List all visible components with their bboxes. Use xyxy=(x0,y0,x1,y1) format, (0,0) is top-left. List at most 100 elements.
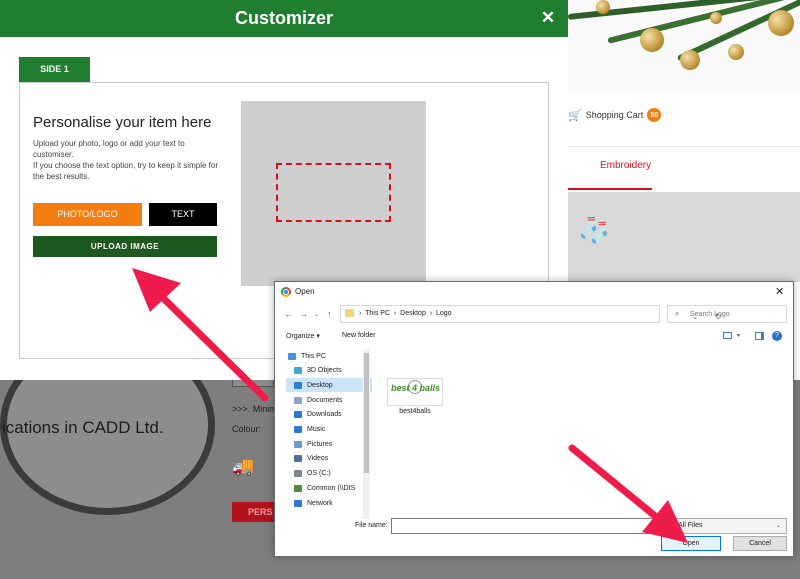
nav-item-embroidery[interactable]: Embroidery xyxy=(600,160,651,171)
tree-item-label: This PC xyxy=(301,352,326,360)
tree-item-label: Videos xyxy=(307,455,329,463)
back-icon[interactable]: ← xyxy=(284,309,293,319)
text-button[interactable]: TEXT xyxy=(149,203,217,226)
stocking-icon: 🧦 xyxy=(578,214,611,244)
bauble xyxy=(640,28,664,52)
cart-label: Shopping Cart xyxy=(585,110,644,120)
nav-active-underline xyxy=(568,188,652,190)
folder-icon xyxy=(294,396,302,404)
chevron-down-icon[interactable]: ⌄ xyxy=(314,311,319,318)
tree-item[interactable]: Desktop xyxy=(286,378,372,393)
item-preview xyxy=(241,101,426,286)
tree-item-label: Common (\\DIS xyxy=(307,484,356,492)
christmas-banner xyxy=(568,0,800,92)
customizer-title: Customizer xyxy=(234,8,333,28)
tree-item-label: Network xyxy=(307,499,333,507)
dialog-toolbar: Organize ▾ New folder ▾ ? xyxy=(275,327,793,345)
breadcrumb-item[interactable]: This PC xyxy=(365,310,390,317)
bauble xyxy=(728,44,744,60)
file-type-select[interactable]: All Files ⌄ xyxy=(671,518,787,534)
tree-item[interactable]: 3D Objects xyxy=(286,364,372,378)
shopping-cart[interactable]: 🛒 Shopping Cart 50 xyxy=(568,108,662,122)
folder-icon xyxy=(294,367,302,375)
navigation-tree: This PC 3D Objects Desktop Documents Downloa… xyxy=(286,349,372,519)
folder-icon xyxy=(294,499,302,507)
description-line: Upload your photo, logo or add your text… xyxy=(33,139,185,159)
chevron-down-icon: ⌄ xyxy=(775,523,781,529)
bauble xyxy=(710,12,722,24)
close-icon[interactable]: ✕ xyxy=(775,285,784,298)
file-name-input[interactable] xyxy=(391,518,668,534)
tree-item[interactable]: This PC xyxy=(286,349,372,363)
tree-item[interactable]: Music xyxy=(286,423,372,437)
chevron-down-icon[interactable]: ▾ xyxy=(737,332,740,339)
view-icon[interactable] xyxy=(723,332,732,339)
tree-item[interactable]: Documents xyxy=(286,393,372,407)
folder-icon xyxy=(294,381,302,389)
folder-icon xyxy=(294,484,302,492)
breadcrumb-item[interactable]: Logo xyxy=(436,310,452,317)
folder-icon xyxy=(294,426,302,433)
folder-icon xyxy=(294,470,302,478)
customizer-header: Customizer ✕ xyxy=(0,0,568,37)
tree-item[interactable]: Downloads xyxy=(286,408,372,422)
minimum-text: >>>. Minim xyxy=(232,404,277,414)
upload-image-button[interactable]: UPLOAD IMAGE xyxy=(33,236,217,257)
search-box[interactable]: ⌕ xyxy=(667,305,787,323)
tree-item[interactable]: OS (C:) xyxy=(286,467,372,481)
file-thumbnail: best 4 balls xyxy=(387,378,443,406)
tree-item[interactable]: Network xyxy=(286,496,372,510)
organize-button[interactable]: Organize ▾ xyxy=(286,332,320,340)
close-icon[interactable]: ✕ xyxy=(539,9,557,27)
breadcrumb-separator: › xyxy=(427,310,435,317)
product-image-text: ications in CADD Ltd. xyxy=(2,418,164,437)
folder-icon xyxy=(345,309,354,317)
folder-icon xyxy=(288,352,296,360)
colour-label: Colour: xyxy=(232,424,262,434)
address-bar[interactable]: › This PC › Desktop › Logo ⌄ ↻ xyxy=(340,305,722,323)
tree-item-label: 3D Objects xyxy=(307,367,342,375)
tree-item[interactable]: Common (\\DIS xyxy=(286,481,372,495)
dialog-title: Open xyxy=(295,287,315,296)
new-folder-button[interactable]: New folder xyxy=(342,332,375,339)
search-icon: ⌕ xyxy=(675,309,680,318)
customizer-description: Upload your photo, logo or add your text… xyxy=(33,138,223,182)
photo-logo-button[interactable]: PHOTO/LOGO xyxy=(33,203,142,226)
forward-icon[interactable]: → xyxy=(299,309,308,319)
chrome-icon xyxy=(281,287,291,297)
preview-pane-icon[interactable] xyxy=(755,332,764,340)
file-name-label: File name: xyxy=(355,522,388,529)
folder-icon xyxy=(294,411,302,419)
folder-icon xyxy=(294,455,302,463)
file-type-value: All Files xyxy=(678,522,703,529)
delivery-truck-icon: 🚚 xyxy=(232,456,255,476)
tree-item-label: Documents xyxy=(307,396,343,404)
breadcrumb-separator: › xyxy=(391,310,399,317)
up-icon[interactable]: ↑ xyxy=(327,309,332,319)
bauble xyxy=(768,10,794,36)
tree-item[interactable]: Videos xyxy=(286,452,372,466)
personalise-button[interactable]: PERS xyxy=(232,502,274,522)
tree-item-label: Music xyxy=(307,426,326,433)
tree-item-label: Desktop xyxy=(307,381,333,389)
customizer-heading: Personalise your item here xyxy=(33,114,212,131)
dialog-titlebar: Open ✕ xyxy=(275,282,793,302)
open-button[interactable]: Open xyxy=(661,536,721,551)
nav-divider xyxy=(568,146,800,147)
tab-side-1[interactable]: SIDE 1 xyxy=(19,57,90,82)
search-input[interactable] xyxy=(690,308,784,320)
tree-scrollbar[interactable] xyxy=(363,349,370,519)
breadcrumb-separator: › xyxy=(359,310,364,317)
help-icon[interactable]: ? xyxy=(772,331,782,341)
cancel-button[interactable]: Cancel xyxy=(733,536,787,551)
tree-item-label: Pictures xyxy=(307,440,333,448)
file-item[interactable]: best 4 balls best4balls xyxy=(385,378,445,420)
tree-item-label: OS (C:) xyxy=(307,470,331,478)
tree-item[interactable]: Pictures xyxy=(286,437,372,451)
scrollbar-thumb[interactable] xyxy=(364,353,369,473)
breadcrumb-item[interactable]: Desktop xyxy=(400,310,426,317)
description-line: If you choose the text option, try to ke… xyxy=(33,161,218,181)
file-name-label: best4balls xyxy=(399,408,431,415)
cart-icon: 🛒 xyxy=(568,109,582,122)
tree-item-label: Downloads xyxy=(307,411,342,419)
